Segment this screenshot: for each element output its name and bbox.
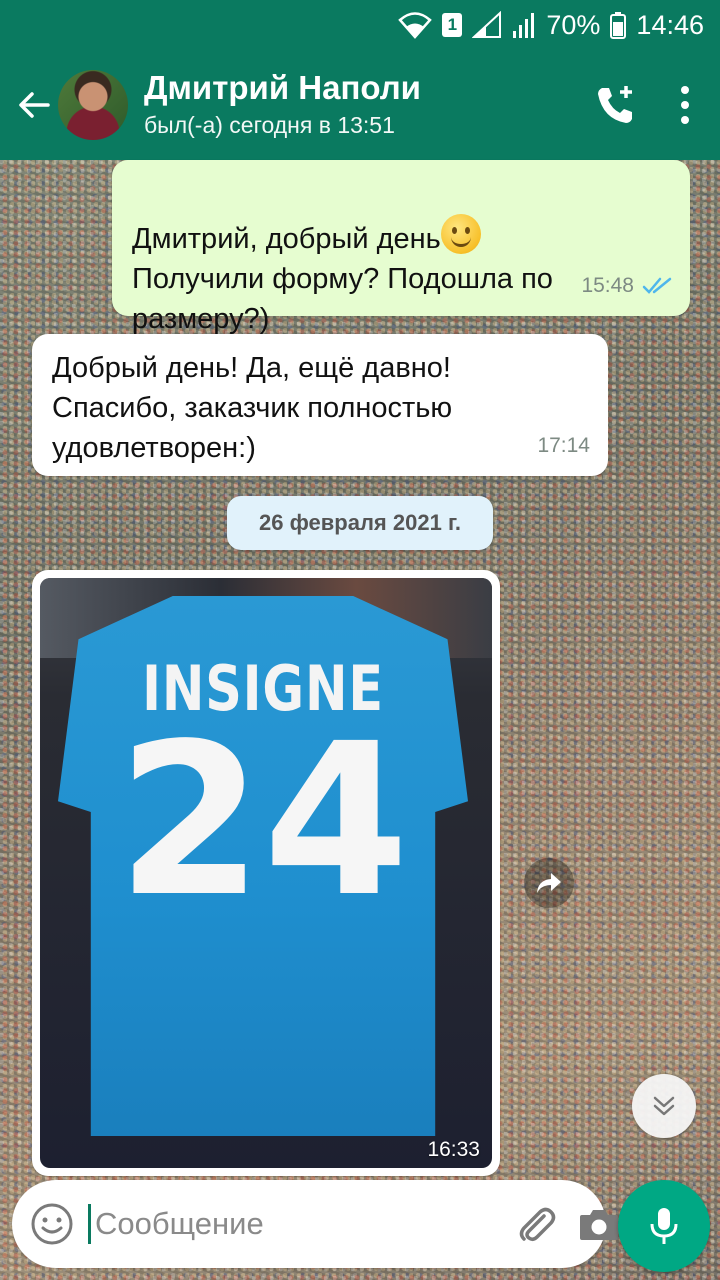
forward-icon <box>537 873 561 893</box>
voice-message-button[interactable] <box>618 1180 710 1272</box>
attach-button[interactable] <box>514 1196 558 1252</box>
message-time: 16:33 <box>427 1138 480 1161</box>
jersey-number: 24 <box>116 698 410 943</box>
scroll-to-bottom-button[interactable] <box>632 1074 696 1138</box>
message-incoming[interactable]: Добрый день! Да, ещё давно! Спасибо, зак… <box>32 334 608 476</box>
smile-emoji-icon <box>440 214 481 254</box>
photo-jersey[interactable]: INSIGNE 24 16:33 <box>40 578 492 1168</box>
contact-name: Дмитрий Наполи <box>144 69 421 106</box>
more-vert-icon <box>681 86 689 124</box>
signal-icon <box>512 11 536 39</box>
message-meta: 17:14 <box>537 426 590 466</box>
date-divider: 26 февраля 2021 г. <box>227 496 493 550</box>
message-input[interactable] <box>88 1204 494 1244</box>
back-button[interactable] <box>4 50 64 160</box>
wifi-icon <box>398 11 433 39</box>
battery-icon <box>610 11 627 39</box>
message-outgoing[interactable]: Дмитрий, добрый день Получили форму? Под… <box>112 160 690 335</box>
message-meta: 15:48 <box>581 266 672 306</box>
battery-percent: 70% <box>546 9 601 40</box>
signal-icon <box>472 11 502 39</box>
chat-header: Дмитрий Наполи был(-а) сегодня в 13:51 <box>0 50 720 160</box>
message-image[interactable]: INSIGNE 24 16:33 <box>32 570 500 1176</box>
emoji-icon <box>31 1203 73 1245</box>
contact-info[interactable]: Дмитрий Наполи был(-а) сегодня в 13:51 <box>144 68 580 142</box>
more-options-button[interactable] <box>650 50 720 160</box>
camera-icon <box>580 1210 618 1240</box>
last-seen-status: был(-а) сегодня в 13:51 <box>144 112 395 138</box>
forward-button[interactable] <box>524 858 574 908</box>
jersey: INSIGNE 24 <box>58 596 468 1136</box>
status-bar: 1 70% 14:46 <box>0 0 720 50</box>
camera-button[interactable] <box>578 1196 620 1252</box>
add-call-icon <box>598 86 632 123</box>
sim-1-icon: 1 <box>442 11 463 39</box>
double-chevron-down-icon <box>653 1096 675 1116</box>
emoji-button[interactable] <box>30 1199 74 1249</box>
message-time: 15:48 <box>581 274 634 297</box>
message-time: 17:14 <box>537 434 590 457</box>
avatar[interactable] <box>58 70 128 140</box>
message-composer <box>12 1180 618 1268</box>
mic-icon <box>650 1208 678 1244</box>
back-arrow-icon <box>19 92 50 118</box>
message-text: Добрый день! Да, ещё давно! Спасибо, зак… <box>52 352 453 464</box>
add-call-button[interactable] <box>580 50 650 160</box>
clock: 14:46 <box>636 9 704 40</box>
attach-icon <box>519 1207 556 1242</box>
read-ticks-icon <box>642 277 672 294</box>
